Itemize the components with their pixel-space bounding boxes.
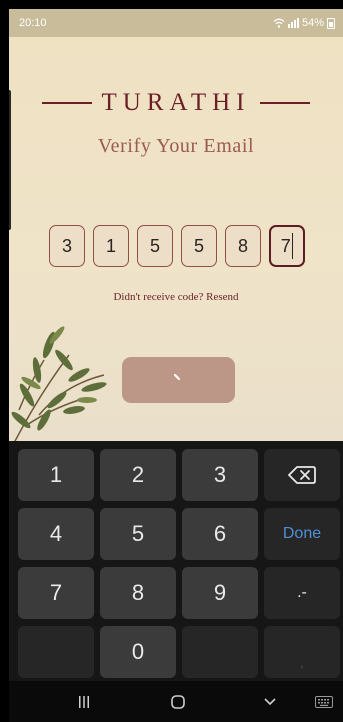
key-4[interactable]: 4 xyxy=(18,508,94,560)
key-0[interactable]: 0 xyxy=(100,626,176,678)
brand-header: TURATHI xyxy=(9,89,343,117)
key-comma[interactable]: , xyxy=(264,626,340,678)
system-navigation-bar xyxy=(9,681,343,722)
verify-submit-button[interactable] xyxy=(122,357,235,403)
key-empty-left xyxy=(18,626,94,678)
otp-digit-5[interactable]: 8 xyxy=(225,225,261,267)
battery-icon xyxy=(327,17,335,29)
otp-input-group: 3 1 5 5 8 7 xyxy=(49,225,305,267)
brand-logo-text: TURATHI xyxy=(101,89,251,116)
numeric-keyboard: 1 2 3 4 5 6 Done 7 8 9 .- 0 , xyxy=(9,441,343,681)
otp-digit-1[interactable]: 3 xyxy=(49,225,85,267)
olive-branch-decoration xyxy=(11,326,107,441)
nav-back-icon[interactable] xyxy=(263,697,277,707)
key-7[interactable]: 7 xyxy=(18,567,94,619)
spinner-icon xyxy=(173,373,180,381)
key-done[interactable]: Done xyxy=(264,508,340,560)
wifi-icon xyxy=(273,18,285,28)
nav-recents-icon[interactable] xyxy=(77,695,91,709)
key-3[interactable]: 3 xyxy=(182,449,258,501)
status-time: 20:10 xyxy=(19,17,47,29)
brand-divider-right xyxy=(260,102,311,104)
key-1[interactable]: 1 xyxy=(18,449,94,501)
otp-digit-value: 5 xyxy=(193,235,204,256)
text-caret xyxy=(291,233,294,259)
key-8[interactable]: 8 xyxy=(100,567,176,619)
otp-digit-value: 5 xyxy=(149,235,160,256)
device-screen: 20:10 54% TURATHI Verify Your Email 3 1 … xyxy=(9,9,343,722)
nav-home-icon[interactable] xyxy=(170,694,186,710)
key-empty-middle xyxy=(182,626,258,678)
backspace-icon xyxy=(288,466,316,484)
battery-percent: 54% xyxy=(301,17,324,29)
signal-icon xyxy=(287,18,299,28)
key-2[interactable]: 2 xyxy=(100,449,176,501)
key-6[interactable]: 6 xyxy=(182,508,258,560)
otp-digit-2[interactable]: 1 xyxy=(93,225,129,267)
verify-email-screen: TURATHI Verify Your Email 3 1 5 5 8 7 Di… xyxy=(9,37,343,441)
key-9[interactable]: 9 xyxy=(182,567,258,619)
otp-digit-6[interactable]: 7 xyxy=(269,225,305,267)
otp-digit-4[interactable]: 5 xyxy=(181,225,217,267)
brand-divider-left xyxy=(41,102,92,104)
key-punctuation[interactable]: .- xyxy=(264,567,340,619)
page-title: Verify Your Email xyxy=(97,135,255,157)
otp-digit-value: 3 xyxy=(61,235,72,256)
otp-digit-value: 7 xyxy=(280,235,291,256)
otp-digit-value: 1 xyxy=(105,235,116,256)
resend-code-link[interactable]: Didn't receive code? Resend xyxy=(9,291,343,303)
keyboard-switch-icon[interactable] xyxy=(315,695,333,708)
status-bar: 20:10 54% xyxy=(9,9,343,37)
key-5[interactable]: 5 xyxy=(100,508,176,560)
status-icons: 54% xyxy=(273,17,335,29)
otp-digit-value: 8 xyxy=(237,235,248,256)
otp-digit-3[interactable]: 5 xyxy=(137,225,173,267)
key-backspace[interactable] xyxy=(264,449,340,501)
